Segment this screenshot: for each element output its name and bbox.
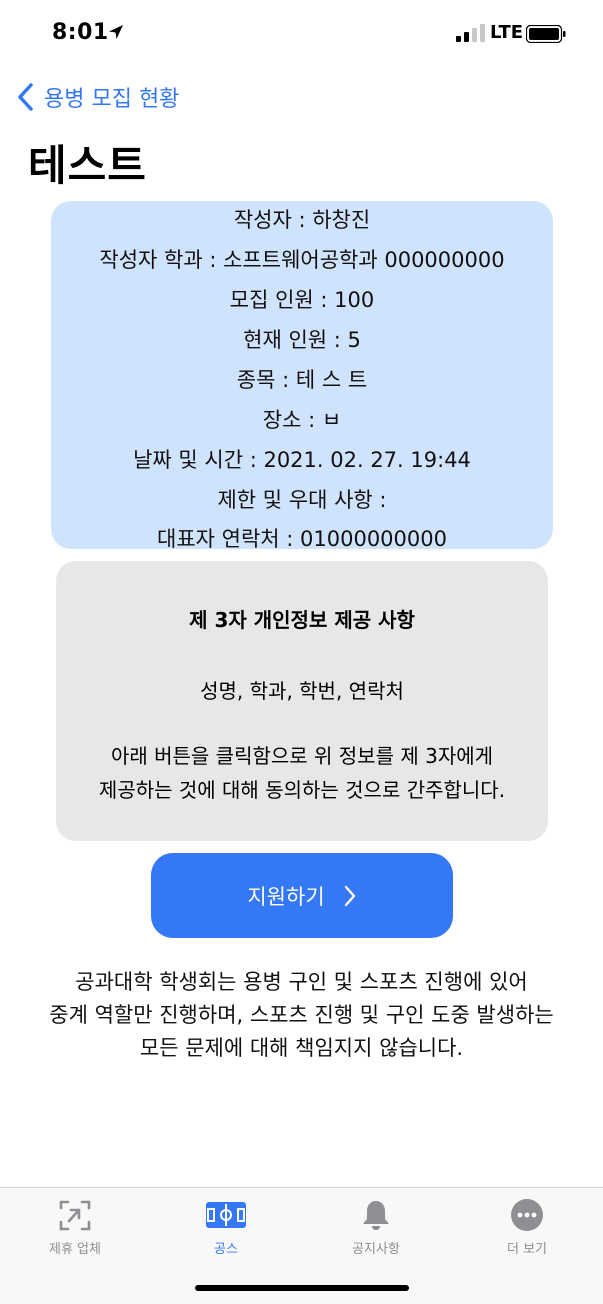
- cellular-signal-icon: [456, 24, 485, 42]
- network-type: LTE: [490, 22, 524, 43]
- tab-more[interactable]: 더 보기: [467, 1198, 587, 1257]
- apply-button[interactable]: 지원하기: [151, 853, 453, 938]
- restrictions-text: 제한 및 우대 사항 :: [217, 488, 387, 512]
- home-indicator[interactable]: [195, 1285, 409, 1291]
- tab-label: 공스: [214, 1242, 238, 1257]
- bell-icon: [363, 1201, 389, 1230]
- chevron-left-icon: [18, 83, 33, 111]
- tab-label: 더 보기: [506, 1242, 547, 1257]
- sport-text: 종목 : 테 스 트: [236, 368, 368, 392]
- page-title: 테스트: [28, 141, 147, 190]
- privacy-consent-card: 제 3자 개인정보 제공 사항 성명, 학과, 학번, 연락처 아래 버튼을 클…: [56, 561, 548, 841]
- chevron-right-icon: [344, 885, 355, 906]
- consent-notice: 아래 버튼을 클릭함으로 위 정보를 제 3자에게 제공하는 것에 대해 동의하…: [56, 739, 548, 807]
- disclaimer-line: 중계 역할만 진행하며, 스포츠 진행 및 구인 도중 발생하는: [49, 1003, 554, 1027]
- consent-title: 제 3자 개인정보 제공 사항: [189, 608, 415, 632]
- recruitment-info-card: 작성자 : 하창진 작성자 학과 : 소프트웨어공학과 000000000 모집…: [51, 201, 553, 551]
- disclaimer-line: 모든 문제에 대해 책임지지 않습니다.: [139, 1036, 464, 1060]
- consent-notice-line: 아래 버튼을 클릭함으로 위 정보를 제 3자에게: [110, 744, 494, 768]
- partner-scan-icon: [59, 1200, 91, 1231]
- back-button[interactable]: 용병 모집 현황: [16, 80, 179, 114]
- department-text: 작성자 학과 : 소프트웨어공학과 000000000: [99, 248, 505, 272]
- tab-sports[interactable]: 공스: [166, 1198, 286, 1257]
- disclaimer: 공과대학 학생회는 용병 구인 및 스포츠 진행에 있어 중계 역할만 진행하며…: [0, 966, 603, 1065]
- contact-text: 대표자 연락처 : 01000000000: [157, 527, 447, 551]
- tab-partners[interactable]: 제휴 업체: [15, 1198, 135, 1257]
- consent-items: 성명, 학과, 학번, 연락처: [200, 679, 404, 703]
- apply-button-label: 지원하기: [247, 884, 325, 909]
- status-time: 8:01: [52, 20, 109, 45]
- disclaimer-line: 공과대학 학생회는 용병 구인 및 스포츠 진행에 있어: [75, 970, 528, 994]
- sports-field-icon: [206, 1202, 246, 1228]
- consent-notice-line: 제공하는 것에 대해 동의하는 것으로 간주합니다.: [98, 778, 506, 802]
- current-count-text: 현재 인원 : 5: [243, 328, 361, 352]
- back-button-label: 용병 모집 현황: [44, 87, 180, 112]
- more-ellipsis-icon: [511, 1199, 543, 1231]
- location-arrow-icon: [109, 25, 123, 39]
- place-text: 장소 : ㅂ: [262, 408, 342, 432]
- datetime-text: 날짜 및 시간 : 2021. 02. 27. 19:44: [133, 448, 471, 472]
- battery-icon: [526, 25, 566, 43]
- recruit-count-text: 모집 인원 : 100: [229, 288, 375, 312]
- tab-label: 공지사항: [352, 1242, 400, 1257]
- author-text: 작성자 : 하창진: [233, 208, 371, 232]
- status-bar: 8:01 LTE: [0, 0, 603, 70]
- tab-label: 제휴 업체: [49, 1242, 101, 1257]
- tab-notices[interactable]: 공지사항: [316, 1198, 436, 1257]
